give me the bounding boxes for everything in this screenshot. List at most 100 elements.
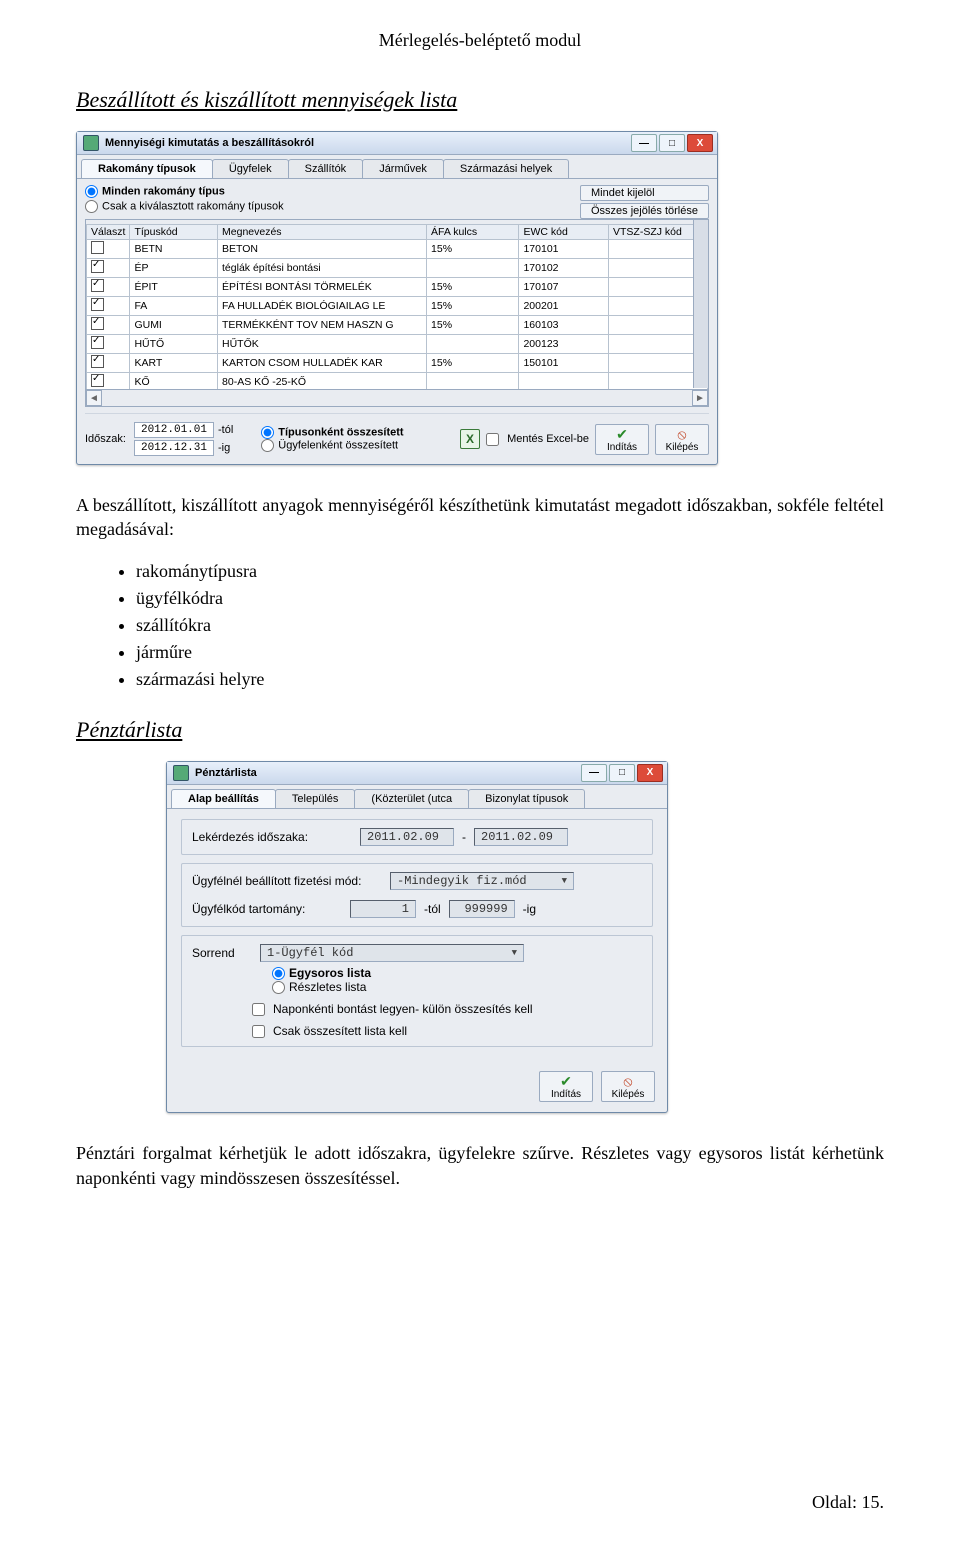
period-label: Időszak:: [85, 433, 126, 445]
date-to-input[interactable]: [474, 828, 568, 846]
cell-ewc: 150101: [519, 354, 609, 373]
tab-origins[interactable]: Származási helyek: [443, 159, 569, 178]
table-row[interactable]: HŰTŐHŰTŐK200123: [87, 335, 708, 354]
col-ewc: EWC kód: [519, 225, 609, 240]
table-row[interactable]: BETNBETON15%170101: [87, 240, 708, 259]
cell-code: FA: [130, 297, 218, 316]
tab-vehicles[interactable]: Járművek: [362, 159, 444, 178]
bullet-item: szállítókra: [136, 612, 884, 639]
cell-vat: 15%: [427, 240, 519, 259]
order-label: Sorrend: [192, 946, 252, 960]
cell-ewc: 200123: [519, 335, 609, 354]
close-button[interactable]: X: [637, 764, 663, 782]
cell-ewc: 170102: [519, 259, 609, 278]
row-checkbox[interactable]: [91, 260, 104, 273]
cell-ewc: 170101: [519, 240, 609, 259]
maximize-button[interactable]: □: [659, 134, 685, 152]
row-checkbox[interactable]: [91, 298, 104, 311]
window-penztarlista: Pénztárlista — □ X Alap beállítás Telepü…: [166, 761, 668, 1114]
date-from-input[interactable]: [360, 828, 454, 846]
tab-street[interactable]: (Közterület (utca: [354, 789, 469, 808]
col-vat: ÁFA kulcs: [427, 225, 519, 240]
code-from-input[interactable]: [350, 900, 416, 918]
cell-name: KARTON CSOM HULLADÉK KAR: [218, 354, 427, 373]
date-from-input[interactable]: 2012.01.01: [134, 422, 214, 438]
tab-carriers[interactable]: Szállítók: [288, 159, 364, 178]
radio-detailed[interactable]: Részletes lista: [272, 980, 642, 994]
grid-scrollbar-vertical[interactable]: [693, 220, 708, 388]
tab-cargo-types[interactable]: Rakomány típusok: [81, 159, 213, 178]
payment-mode-select[interactable]: -Mindegyik fiz.mód▼: [390, 872, 574, 890]
bullet-item: származási helyre: [136, 666, 884, 693]
table-row[interactable]: ÉPtéglák építési bontási 170102: [87, 259, 708, 278]
table-row[interactable]: FAFA HULLADÉK BIOLÓGIAILAG LE15%200201: [87, 297, 708, 316]
radio-by-client[interactable]: Ügyfelenként összesített: [261, 439, 403, 452]
grid-scrollbar-horizontal[interactable]: ◄ ►: [86, 389, 708, 406]
tab-doc-types[interactable]: Bizonylat típusok: [468, 789, 585, 808]
row-checkbox[interactable]: [91, 355, 104, 368]
scroll-right-icon[interactable]: ►: [692, 390, 708, 406]
cell-code: ÉP: [130, 259, 218, 278]
cell-code: ÉPIT: [130, 278, 218, 297]
order-select[interactable]: 1-Ügyfél kód▼: [260, 944, 524, 962]
tab-basic-settings[interactable]: Alap beállítás: [171, 789, 276, 808]
row-checkbox[interactable]: [91, 317, 104, 330]
cell-vat: [427, 335, 519, 354]
start-button[interactable]: ✔Indítás: [539, 1071, 593, 1102]
cell-code: HŰTŐ: [130, 335, 218, 354]
code-to-input[interactable]: [449, 900, 515, 918]
window1-title: Mennyiségi kimutatás a beszállításokról: [105, 137, 629, 149]
window-quantities: Mennyiségi kimutatás a beszállításokról …: [76, 131, 718, 465]
radio-by-type[interactable]: Típusonként összesített: [261, 426, 403, 439]
section1-title: Beszállított és kiszállított mennyiségek…: [76, 87, 884, 113]
radio-selected-types[interactable]: Csak a kiválasztott rakomány típusok: [85, 200, 284, 213]
cell-ewc: 200201: [519, 297, 609, 316]
cell-code: GUMI: [130, 316, 218, 335]
app-icon: [83, 135, 99, 151]
cargo-types-grid[interactable]: Választ Típuskód Megnevezés ÁFA kulcs EW…: [85, 219, 709, 407]
row-checkbox[interactable]: [91, 336, 104, 349]
app-icon: [173, 765, 189, 781]
exit-button[interactable]: ⦸Kilépés: [655, 424, 709, 455]
col-name: Megnevezés: [218, 225, 427, 240]
table-row[interactable]: ÉPITÉPÍTÉSI BONTÁSI TÖRMELÉK15%170107: [87, 278, 708, 297]
row-checkbox[interactable]: [91, 241, 104, 254]
date-to-input[interactable]: 2012.12.31: [134, 440, 214, 456]
row-checkbox[interactable]: [91, 279, 104, 292]
radio-single-line[interactable]: Egysoros lista: [272, 966, 642, 980]
minimize-button[interactable]: —: [631, 134, 657, 152]
cell-vat: 15%: [427, 354, 519, 373]
table-row[interactable]: GUMITERMÉKKÉNT TOV NEM HASZN G15%160103: [87, 316, 708, 335]
cell-name: FA HULLADÉK BIOLÓGIAILAG LE: [218, 297, 427, 316]
tab-clients[interactable]: Ügyfelek: [212, 159, 289, 178]
radio-all-types[interactable]: Minden rakomány típus: [85, 185, 284, 198]
cell-name: téglák építési bontási: [218, 259, 427, 278]
cell-vat: 15%: [427, 278, 519, 297]
table-row[interactable]: KARTKARTON CSOM HULLADÉK KAR15%150101: [87, 354, 708, 373]
cell-vat: 15%: [427, 297, 519, 316]
col-select: Választ: [87, 225, 130, 240]
row-checkbox[interactable]: [91, 374, 104, 387]
maximize-button[interactable]: □: [609, 764, 635, 782]
excel-icon[interactable]: X: [460, 429, 480, 449]
scroll-left-icon[interactable]: ◄: [86, 390, 102, 406]
minimize-button[interactable]: —: [581, 764, 607, 782]
code-to-suffix: -ig: [523, 902, 536, 916]
cell-code: BETN: [130, 240, 218, 259]
exit-button[interactable]: ⦸Kilépés: [601, 1071, 655, 1102]
cell-ewc: 170107: [519, 278, 609, 297]
save-excel-checkbox[interactable]: Mentés Excel-be: [486, 433, 589, 446]
tab-settlement[interactable]: Település: [275, 789, 355, 808]
deselect-all-button[interactable]: Összes jejölés törlése: [580, 203, 709, 219]
window2-title: Pénztárlista: [195, 767, 579, 779]
chk-totals-only[interactable]: Csak összesített lista kell: [252, 1024, 642, 1038]
bullet-item: ügyfélkódra: [136, 585, 884, 612]
close-button[interactable]: X: [687, 134, 713, 152]
date-sep: -: [462, 830, 466, 844]
select-all-button[interactable]: Mindet kijelöl: [580, 185, 709, 201]
coderange-label: Ügyfélkód tartomány:: [192, 902, 342, 916]
chk-daily-breakdown[interactable]: Naponkénti bontást legyen- külön összesí…: [252, 1002, 642, 1016]
cell-vat: [427, 259, 519, 278]
start-button[interactable]: ✔Indítás: [595, 424, 649, 455]
code-from-suffix: -tól: [424, 902, 441, 916]
